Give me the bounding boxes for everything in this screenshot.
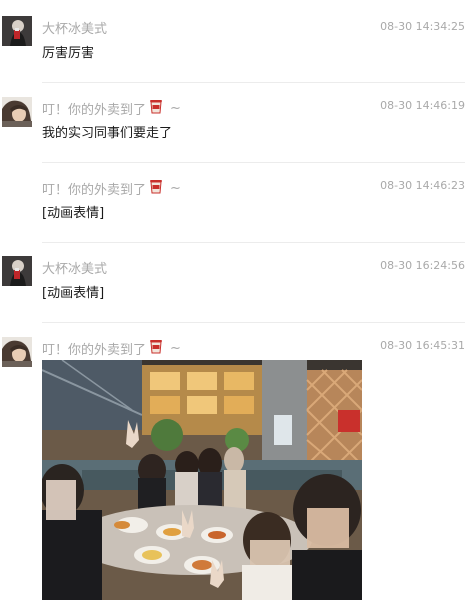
message-divider bbox=[42, 242, 465, 243]
avatar[interactable] bbox=[2, 97, 32, 127]
message-timestamp: 08-30 16:45:31 bbox=[380, 339, 465, 352]
avatar-person-photo-icon bbox=[2, 97, 32, 127]
sender-name[interactable]: 大杯冰美式 bbox=[42, 18, 107, 37]
message-timestamp: 08-30 14:46:23 bbox=[380, 179, 465, 192]
sender-suffix: ~ bbox=[170, 340, 181, 356]
message-text[interactable]: [动画表情] bbox=[42, 202, 104, 221]
sender-name-text: 叮！你的外卖到了 bbox=[42, 182, 147, 198]
avatar[interactable] bbox=[2, 16, 32, 46]
sender-name[interactable]: 叮！你的外卖到了 ~ bbox=[42, 338, 181, 358]
chat-history: 大杯冰美式 08-30 14:34:25 厉害厉害 叮！你的外卖到了 ~ 08-… bbox=[0, 0, 473, 610]
sender-name-text: 大杯冰美式 bbox=[42, 22, 108, 37]
message-divider bbox=[42, 162, 465, 163]
sender-name-text: 大杯冰美式 bbox=[42, 262, 108, 277]
message-divider bbox=[42, 322, 465, 323]
message-text[interactable]: [动画表情] bbox=[42, 282, 104, 301]
takeout-cup-emoji-icon bbox=[148, 98, 164, 118]
message-timestamp: 08-30 14:34:25 bbox=[380, 20, 465, 33]
message-text[interactable]: 厉害厉害 bbox=[42, 42, 94, 61]
message-divider bbox=[42, 82, 465, 83]
sender-name-text: 叮！你的外卖到了 bbox=[42, 102, 147, 118]
avatar-dark-figure-icon bbox=[2, 16, 32, 46]
message-photo[interactable] bbox=[42, 360, 362, 600]
sender-suffix: ~ bbox=[170, 100, 181, 116]
avatar-dark-figure-icon bbox=[2, 256, 32, 286]
avatar-person-photo-icon bbox=[2, 337, 32, 367]
sender-name[interactable]: 叮！你的外卖到了 ~ bbox=[42, 178, 181, 198]
avatar[interactable] bbox=[2, 337, 32, 367]
takeout-cup-emoji-icon bbox=[148, 178, 164, 198]
message-timestamp: 08-30 14:46:19 bbox=[380, 99, 465, 112]
message-timestamp: 08-30 16:24:56 bbox=[380, 259, 465, 272]
takeout-cup-emoji-icon bbox=[148, 338, 164, 358]
sender-name-text: 叮！你的外卖到了 bbox=[42, 342, 147, 358]
restaurant-group-photo bbox=[42, 360, 362, 600]
sender-name[interactable]: 大杯冰美式 bbox=[42, 258, 107, 277]
sender-name[interactable]: 叮！你的外卖到了 ~ bbox=[42, 98, 181, 118]
sender-suffix: ~ bbox=[170, 180, 181, 196]
message-text[interactable]: 我的实习同事们要走了 bbox=[42, 122, 172, 141]
avatar[interactable] bbox=[2, 256, 32, 286]
